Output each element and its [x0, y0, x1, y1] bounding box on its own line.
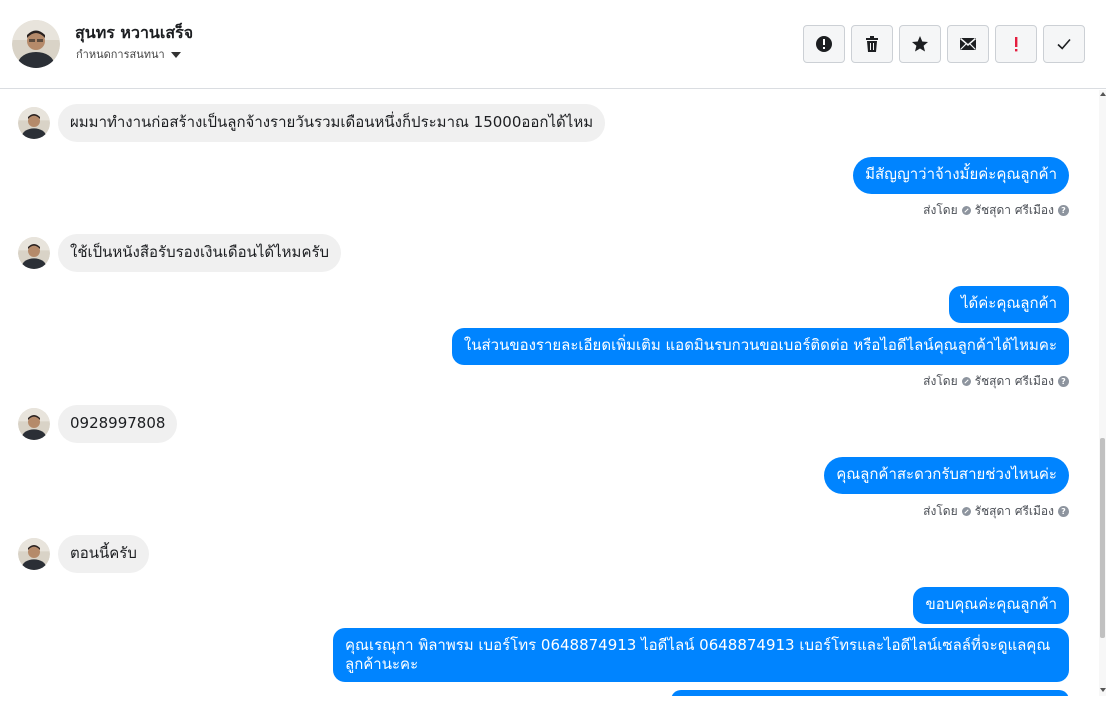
help-icon[interactable]: ?	[1058, 205, 1069, 216]
delete-button[interactable]	[851, 25, 893, 63]
star-icon	[912, 36, 928, 52]
sent-by-info: ส่งโดย รัชสุดา ศรีเมือง ?	[923, 502, 1069, 521]
message-bubble[interactable]: ตอนนี้ครับ	[58, 535, 149, 573]
message-bubble[interactable]: 0928997808	[58, 405, 178, 443]
envelope-icon	[960, 37, 976, 50]
incoming-message: ตอนนี้ครับ	[18, 535, 149, 573]
sent-by-label: ส่งโดย	[923, 203, 958, 217]
outgoing-message-bubble[interactable]: ได้ค่ะคุณลูกค้า	[948, 286, 1069, 323]
check-icon	[1057, 38, 1071, 50]
mark-unread-button[interactable]	[947, 25, 989, 63]
scroll-down-arrow-icon[interactable]	[1100, 688, 1106, 692]
alert-circle-icon	[816, 36, 832, 52]
sent-by-label: ส่งโดย	[923, 374, 958, 388]
agent-status-icon	[961, 507, 971, 516]
help-icon[interactable]: ?	[1058, 376, 1069, 387]
user-avatar-icon	[12, 20, 60, 68]
incoming-message: ใช้เป็นหนังสือรับรองเงินเดือนได้ไหมครับ	[18, 234, 342, 272]
user-avatar-icon	[18, 538, 50, 570]
outgoing-message-bubble[interactable]: ในส่วนของรายละเอียดเพิ่มเติม แอดมินรบกวน…	[451, 328, 1069, 365]
mark-done-button[interactable]	[1043, 25, 1085, 63]
scroll-up-arrow-icon[interactable]	[1100, 92, 1106, 96]
sent-by-agent: รัชสุดา ศรีเมือง	[974, 374, 1054, 388]
sent-by-agent: รัชสุดา ศรีเมือง	[974, 504, 1054, 518]
message-bubble[interactable]: ผมมาทำงานก่อสร้างเป็นลูกจ้างรายวันรวมเดื…	[58, 104, 606, 142]
user-avatar-icon	[18, 237, 50, 269]
conversation-toolbar	[803, 25, 1085, 63]
mark-important-button[interactable]	[995, 25, 1037, 63]
sent-by-info: ส่งโดย รัชสุดา ศรีเมือง ?	[923, 201, 1069, 220]
message-bubble[interactable]: ใช้เป็นหนังสือรับรองเงินเดือนได้ไหมครับ	[58, 234, 342, 272]
contact-name: สุนทร หวานเสร็จ	[75, 23, 194, 42]
user-avatar-icon	[18, 107, 50, 139]
exclamation-icon	[1015, 37, 1018, 52]
scrollbar-thumb[interactable]	[1100, 438, 1105, 638]
incoming-message: ผมมาทำงานก่อสร้างเป็นลูกจ้างรายวันรวมเดื…	[18, 104, 606, 142]
incoming-message: 0928997808	[18, 405, 178, 443]
message-thread: ผมมาทำงานก่อสร้างเป็นลูกจ้างรายวันรวมเดื…	[0, 90, 1098, 696]
outgoing-message-bubble[interactable]: ขอบคุณค่ะคุณลูกค้า	[913, 587, 1069, 624]
conversation-settings-dropdown[interactable]: กำหนดการสนทนา	[76, 45, 181, 63]
user-avatar-icon	[18, 408, 50, 440]
sent-by-label: ส่งโดย	[923, 504, 958, 518]
report-spam-button[interactable]	[803, 25, 845, 63]
caret-down-icon	[170, 51, 181, 58]
agent-status-icon	[961, 206, 971, 215]
trash-icon	[866, 36, 878, 52]
conversation-settings-label: กำหนดการสนทนา	[76, 48, 165, 61]
star-button[interactable]	[899, 25, 941, 63]
contact-avatar[interactable]	[12, 20, 60, 68]
sent-by-info: ส่งโดย รัชสุดา ศรีเมือง ?	[923, 372, 1069, 391]
outgoing-message-bubble[interactable]: คุณเรณุกา พิลาพรม เบอร์โทร 0648874913 ไอ…	[333, 628, 1069, 682]
conversation-header: สุนทร หวานเสร็จ กำหนดการสนทนา	[0, 0, 1106, 89]
outgoing-message-bubble[interactable]: มีสัญญาว่าจ้างมั้ยค่ะคุณลูกค้า	[853, 157, 1069, 194]
outgoing-message-bubble-partial[interactable]	[671, 690, 1069, 696]
agent-status-icon	[961, 377, 971, 386]
help-icon[interactable]: ?	[1058, 506, 1069, 517]
outgoing-message-bubble[interactable]: คุณลูกค้าสะดวกรับสายช่วงไหนค่ะ	[824, 457, 1069, 494]
sent-by-agent: รัชสุดา ศรีเมือง	[974, 203, 1054, 217]
